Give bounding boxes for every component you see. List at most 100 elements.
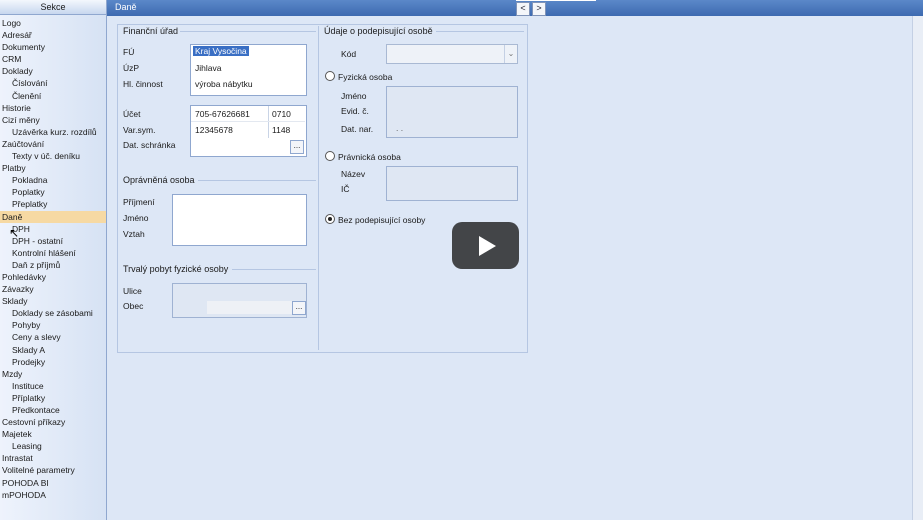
sidebar-header: Sekce xyxy=(0,0,106,15)
chevron-down-icon: ⌄ xyxy=(504,45,517,63)
hl-cinnost-field[interactable]: výroba nábytku xyxy=(195,79,253,89)
obec-browse-button[interactable]: ... xyxy=(292,301,306,315)
title-bar-highlight xyxy=(516,0,596,1)
nazev-label: Název xyxy=(341,169,366,179)
hl-cinnost-label: Hl. činnost xyxy=(123,79,163,89)
prijmeni-label: Příjmení xyxy=(123,197,155,207)
bank-code-field[interactable]: 0710 xyxy=(272,109,291,119)
fu-field[interactable]: Kraj Vysočina xyxy=(193,46,249,56)
fo-jmeno-label: Jméno xyxy=(341,91,367,101)
pravnicka-osoba-label: Právnická osoba xyxy=(338,152,401,162)
sidebar-item[interactable]: Cestovní příkazy xyxy=(0,416,106,428)
evid-cislo-label: Evid. č. xyxy=(341,106,369,116)
varsym-code-field[interactable]: 1148 xyxy=(272,125,290,135)
sidebar-item[interactable]: Logo xyxy=(0,17,106,29)
ic-label: IČ xyxy=(341,184,350,194)
sidebar-item[interactable]: Volitelné parametry xyxy=(0,464,106,476)
sidebar-item[interactable]: Historie xyxy=(0,102,106,114)
sidebar-item[interactable]: Pohledávky xyxy=(0,271,106,283)
sidebar-item[interactable]: Uzávěrka kurz. rozdílů xyxy=(0,126,106,138)
sidebar-item[interactable]: Majetek xyxy=(0,428,106,440)
group-divider xyxy=(180,31,316,32)
sidebar-item[interactable]: Ceny a slevy xyxy=(0,331,106,343)
sidebar-item[interactable]: Sklady xyxy=(0,295,106,307)
sidebar-item[interactable]: CRM xyxy=(0,53,106,65)
opravnena-osoba-input[interactable] xyxy=(172,194,307,246)
next-button[interactable]: > xyxy=(532,2,546,16)
sidebar-item[interactable]: Přeplatky xyxy=(0,198,106,210)
uzp-field[interactable]: Jihlava xyxy=(195,63,221,73)
sidebar-item[interactable]: Kontrolní hlášení xyxy=(0,247,106,259)
sidebar-item[interactable]: Doklady se zásobami xyxy=(0,307,106,319)
obec-label: Obec xyxy=(123,301,144,311)
mouse-cursor-icon: ↖ xyxy=(9,226,20,240)
opravnena-osoba-group-title: Oprávněná osoba xyxy=(123,175,195,185)
sidebar-item[interactable]: Dokumenty xyxy=(0,41,106,53)
jmeno-label: Jméno xyxy=(123,213,149,223)
sidebar-item[interactable]: Daně xyxy=(0,210,106,223)
bez-podepisujici-radio[interactable] xyxy=(325,214,335,224)
varsym-field[interactable]: 12345678 xyxy=(195,125,233,135)
panel-title-bar: Daně < > xyxy=(107,0,923,16)
financni-urad-group-title: Finanční úřad xyxy=(123,26,179,36)
kod-select[interactable]: ⌄ xyxy=(386,44,518,64)
podepisujici-osoba-group-title: Údaje o podepisující osobě xyxy=(324,26,433,36)
pravnicka-osoba-radio[interactable] xyxy=(325,151,335,161)
datum-narozeni-value: . . xyxy=(396,123,404,133)
sidebar-item[interactable]: Závazky xyxy=(0,283,106,295)
sidebar-item[interactable]: POHODA BI xyxy=(0,477,106,489)
fu-value: Kraj Vysočina xyxy=(193,46,249,56)
datova-schranka-label: Dat. schránka xyxy=(123,140,176,150)
bez-podepisujici-label: Bez podepisující osoby xyxy=(338,215,426,225)
sidebar-list: Logo Adresář Dokumenty CRM Doklady Číslování Č… xyxy=(0,17,106,501)
trvaly-pobyt-group-title: Trvalý pobyt fyzické osoby xyxy=(123,264,229,274)
sidebar-item[interactable]: Cizí měny xyxy=(0,114,106,126)
sidebar-item[interactable]: Číslování xyxy=(0,77,106,89)
uzp-label: ÚzP xyxy=(123,63,140,73)
sidebar-item[interactable]: Členění xyxy=(0,90,106,102)
kod-label: Kód xyxy=(341,49,357,59)
sidebar-item[interactable]: Příplatky xyxy=(0,392,106,404)
sidebar-item[interactable]: mPOHODA xyxy=(0,489,106,501)
sidebar-item[interactable]: Poplatky xyxy=(0,186,106,198)
sidebar-item[interactable]: Doklady xyxy=(0,65,106,77)
sidebar-item[interactable]: Platby xyxy=(0,162,106,174)
ucet-label: Účet xyxy=(123,109,141,119)
fu-label: FÚ xyxy=(123,47,135,57)
fyzicka-osoba-box[interactable] xyxy=(386,86,518,138)
sidebar-item[interactable]: Předkontace xyxy=(0,404,106,416)
sidebar-item[interactable]: Zaúčtování xyxy=(0,138,106,150)
group-divider xyxy=(198,180,316,181)
sidebar-item[interactable]: Daň z příjmů xyxy=(0,259,106,271)
varsym-label: Var.sym. xyxy=(123,125,156,135)
fyzicka-osoba-radio[interactable] xyxy=(325,71,335,81)
datova-schranka-browse-button[interactable]: ... xyxy=(290,140,304,154)
sidebar-item[interactable]: Pokladna xyxy=(0,174,106,186)
sidebar-item[interactable]: Sklady A xyxy=(0,344,106,356)
column-separator xyxy=(318,26,319,350)
group-divider xyxy=(232,269,316,270)
datum-narozeni-label: Dat. nar. xyxy=(341,124,374,134)
vztah-label: Vztah xyxy=(123,229,145,239)
sections-sidebar: Sekce Logo Adresář Dokumenty CRM Doklady Čísl… xyxy=(0,0,107,520)
ulice-label: Ulice xyxy=(123,286,142,296)
obec-field[interactable] xyxy=(207,301,292,314)
pravnicka-osoba-box[interactable] xyxy=(386,166,518,201)
group-divider xyxy=(436,31,524,32)
sidebar-item[interactable]: Adresář xyxy=(0,29,106,41)
vertical-scrollbar[interactable] xyxy=(912,16,923,520)
panel-title: Daně xyxy=(115,2,137,12)
ucet-field[interactable]: 705-67626681 xyxy=(195,109,250,119)
row-divider xyxy=(191,121,305,122)
sidebar-item[interactable]: Pohyby xyxy=(0,319,106,331)
fyzicka-osoba-label: Fyzická osoba xyxy=(338,72,393,82)
sidebar-item[interactable]: Texty v úč. deníku xyxy=(0,150,106,162)
sidebar-item[interactable]: Leasing xyxy=(0,440,106,452)
sidebar-item[interactable]: Mzdy xyxy=(0,368,106,380)
sidebar-item[interactable]: Intrastat xyxy=(0,452,106,464)
sidebar-item[interactable]: Instituce xyxy=(0,380,106,392)
cell-divider xyxy=(268,106,269,138)
play-video-icon[interactable] xyxy=(452,222,519,269)
sidebar-item[interactable]: Prodejky xyxy=(0,356,106,368)
previous-button[interactable]: < xyxy=(516,2,530,16)
